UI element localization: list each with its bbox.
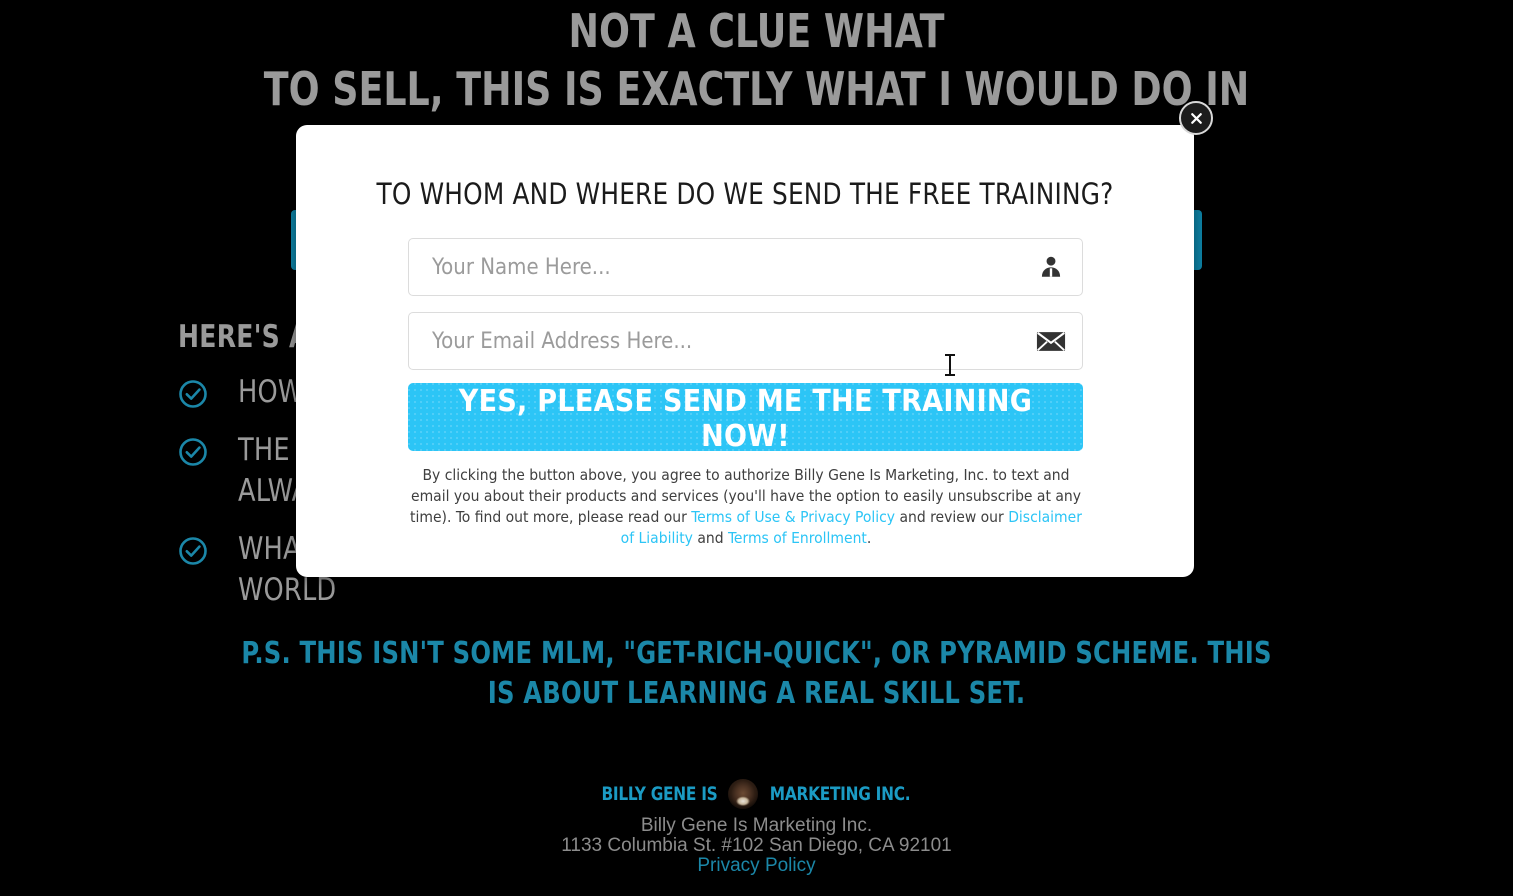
email-field-wrapper[interactable] bbox=[408, 312, 1083, 370]
page-footer: BILLY GENE IS MARKETING INC. Billy Gene … bbox=[0, 779, 1513, 876]
heres-a-heading: HERE'S A bbox=[178, 319, 309, 355]
footer-address: 1133 Columbia St. #102 San Diego, CA 921… bbox=[561, 835, 952, 856]
list-item-label: HOW bbox=[238, 374, 304, 410]
founder-face-icon bbox=[727, 779, 758, 809]
envelope-icon bbox=[1036, 326, 1066, 356]
close-icon[interactable] bbox=[1179, 101, 1213, 135]
disclaimer-part-4: . bbox=[866, 529, 872, 547]
ps-disclaimer-text: P.S. THIS ISN'T SOME MLM, "GET-RICH-QUIC… bbox=[241, 636, 1272, 711]
modal-title: TO WHOM AND WHERE DO WE SEND THE FREE TR… bbox=[376, 177, 1114, 211]
email-input[interactable] bbox=[409, 313, 1082, 369]
check-circle-icon bbox=[178, 379, 208, 409]
terms-of-use-privacy-policy-link[interactable]: Terms of Use & Privacy Policy bbox=[691, 508, 895, 526]
close-x-glyph bbox=[1190, 112, 1202, 124]
text-cursor bbox=[945, 354, 955, 376]
footer-company-name: Billy Gene Is Marketing Inc. bbox=[640, 815, 873, 836]
terms-of-enrollment-link[interactable]: Terms of Enrollment bbox=[728, 529, 867, 547]
logo-text-right: MARKETING INC. bbox=[769, 783, 911, 805]
name-field-wrapper[interactable] bbox=[408, 238, 1083, 296]
modal-disclaimer: By clicking the button above, you agree … bbox=[406, 465, 1086, 549]
name-input[interactable] bbox=[409, 239, 1082, 295]
opt-in-form bbox=[408, 238, 1083, 386]
person-icon bbox=[1036, 252, 1066, 282]
opt-in-modal: TO WHOM AND WHERE DO WE SEND THE FREE TR… bbox=[296, 125, 1194, 577]
submit-training-button[interactable]: YES, PLEASE SEND ME THE TRAINING NOW! bbox=[408, 383, 1083, 454]
check-circle-icon bbox=[178, 536, 208, 566]
company-logo: BILLY GENE IS MARKETING INC. bbox=[595, 779, 918, 809]
footer-privacy-policy-link[interactable]: Privacy Policy bbox=[697, 855, 815, 876]
disclaimer-part-2: and review our bbox=[895, 508, 1009, 526]
disclaimer-part-3: and bbox=[692, 529, 729, 547]
check-circle-icon bbox=[178, 437, 208, 467]
logo-text-left: BILLY GENE IS bbox=[601, 783, 718, 805]
